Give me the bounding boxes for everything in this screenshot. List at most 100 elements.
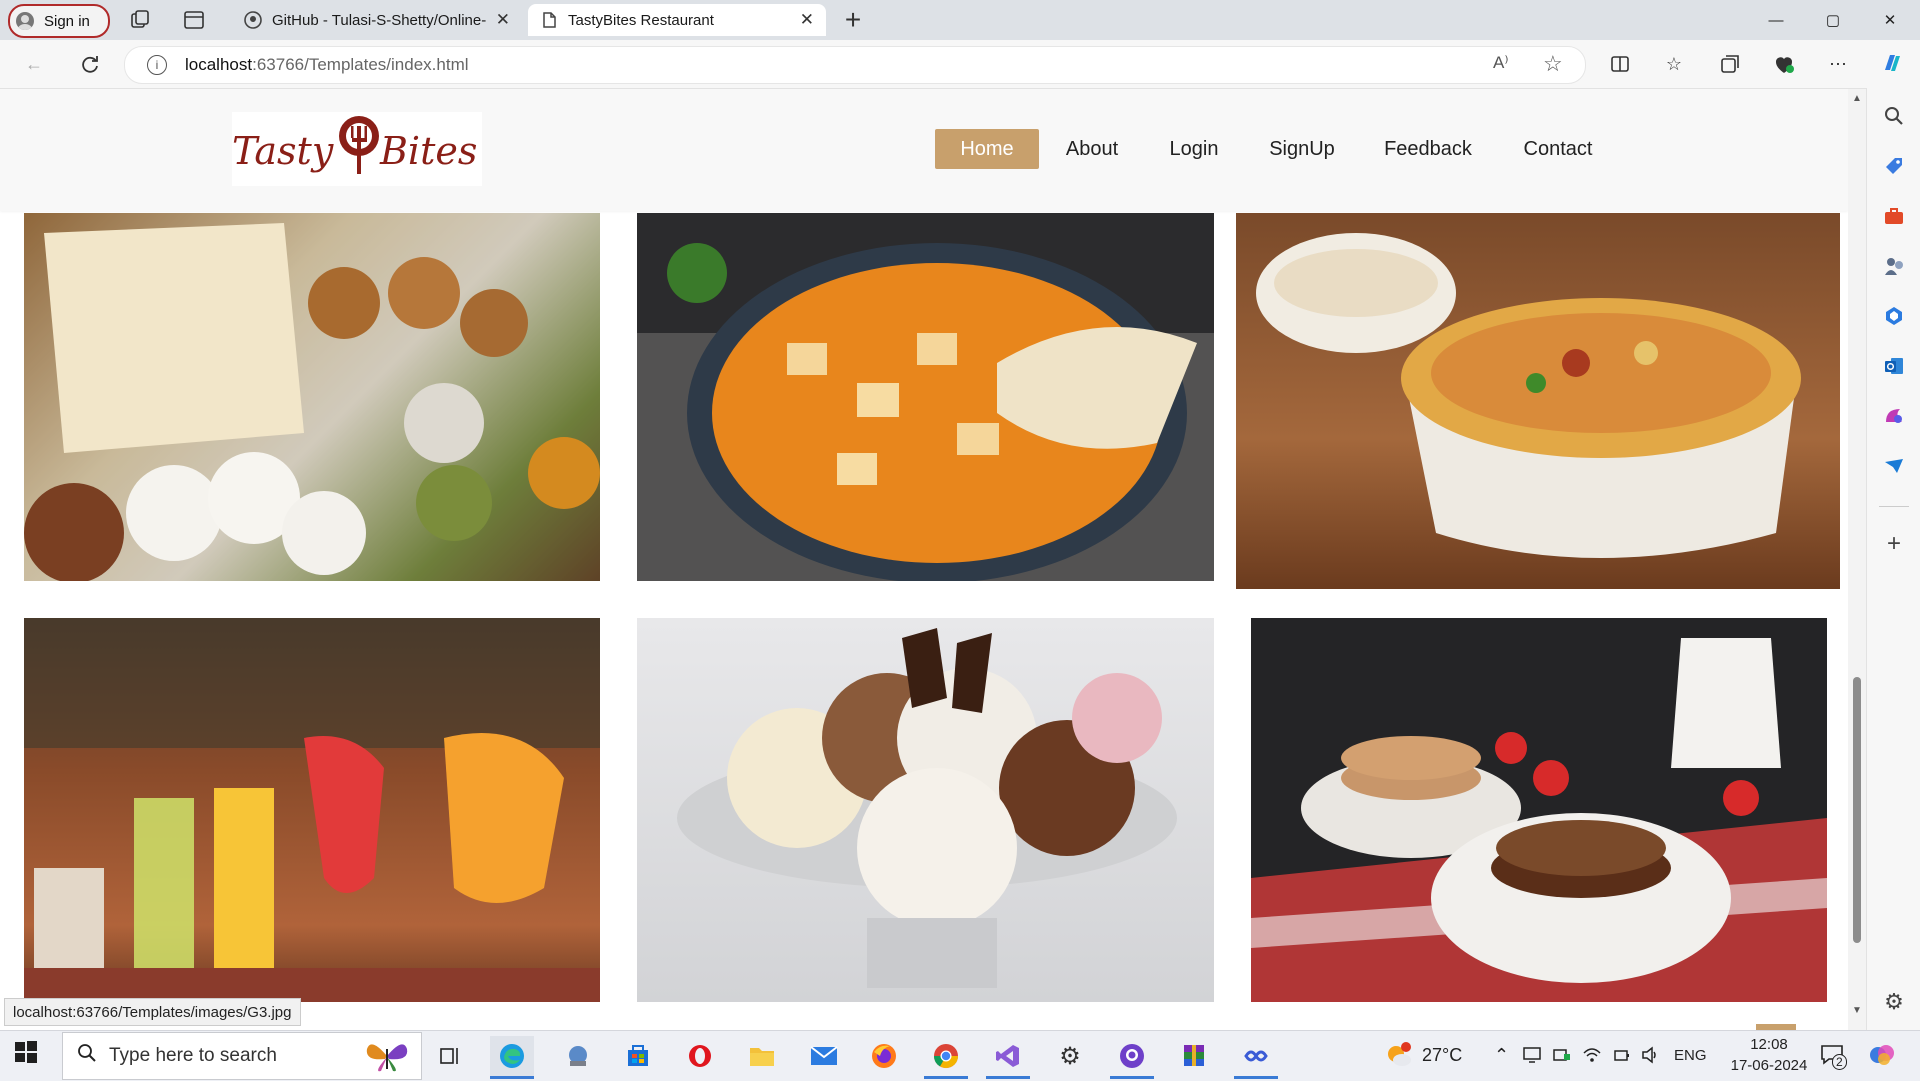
butterfly-icon	[363, 1037, 411, 1081]
scroll-down-arrow[interactable]: ▼	[1852, 1005, 1862, 1016]
opera-app-icon[interactable]	[678, 1036, 722, 1076]
notification-count: 2	[1832, 1054, 1847, 1070]
volume-icon[interactable]	[1640, 1040, 1660, 1070]
collections-icon[interactable]	[1716, 50, 1744, 78]
tools-icon[interactable]	[1880, 202, 1908, 230]
profile-button[interactable]: Sign in	[8, 4, 110, 38]
games-icon[interactable]	[1880, 252, 1908, 280]
drop-icon[interactable]	[1880, 452, 1908, 480]
edge-sidebar: + ⚙	[1866, 88, 1920, 1030]
mail-app-icon[interactable]	[802, 1036, 846, 1076]
tab-title: TastyBites Restaurant	[568, 11, 714, 29]
browser-essentials-icon[interactable]	[1770, 50, 1798, 78]
page-icon	[540, 11, 558, 29]
copilot-icon[interactable]	[1878, 49, 1906, 77]
clock-time: 12:08	[1750, 1036, 1788, 1053]
notifications-icon[interactable]: 2	[1820, 1040, 1847, 1070]
add-icon[interactable]: +	[1880, 530, 1908, 558]
search-placeholder: Type here to search	[109, 1045, 277, 1066]
battery-icon[interactable]	[1612, 1040, 1632, 1070]
wifi-icon[interactable]	[1582, 1040, 1602, 1070]
winrar-app-icon[interactable]	[1172, 1036, 1216, 1076]
gallery-image-biryani[interactable]	[1236, 213, 1840, 589]
sidebar-divider	[1879, 506, 1909, 507]
address-bar[interactable]: i localhost:63766/Templates/index.html A…	[124, 46, 1586, 84]
site-info-icon[interactable]: i	[147, 55, 167, 75]
clock-date: 17-06-2024	[1730, 1057, 1808, 1074]
network-app-icon[interactable]	[556, 1036, 600, 1076]
settings-icon[interactable]: ⚙	[1880, 988, 1908, 1016]
site-logo[interactable]: Tasty Bites	[232, 112, 482, 186]
clock[interactable]: 12:08 17-06-2024	[1730, 1034, 1808, 1078]
favorite-star-icon[interactable]: ☆	[1543, 51, 1563, 77]
status-bar-url: localhost:63766/Templates/images/G3.jpg	[4, 998, 301, 1026]
store-app-icon[interactable]	[616, 1036, 660, 1076]
page-viewport: Tasty Bites Home About Login SignUp Feed…	[0, 89, 1848, 1030]
tab-title: GitHub - Tulasi-S-Shetty/Online-	[272, 11, 487, 29]
gallery-image-ice-cream[interactable]	[637, 618, 1214, 1002]
vscode-remote-icon[interactable]	[1234, 1036, 1278, 1079]
gallery-image-pancakes[interactable]	[1251, 618, 1827, 1002]
maximize-button[interactable]: ▢	[1805, 0, 1861, 40]
search-icon	[77, 1043, 97, 1069]
more-menu-icon[interactable]: ⋯	[1824, 50, 1852, 78]
gallery-image-mocktails[interactable]	[24, 618, 600, 1002]
gallery-image-breakfast[interactable]	[24, 213, 600, 581]
tray-icon-device[interactable]	[1552, 1040, 1572, 1070]
shopping-tag-icon[interactable]	[1880, 152, 1908, 180]
scroll-up-arrow[interactable]: ▲	[1852, 93, 1862, 104]
tab-close-icon[interactable]: ✕	[496, 10, 510, 30]
visual-studio-icon[interactable]	[986, 1036, 1030, 1079]
url-host: localhost	[185, 55, 253, 74]
nav-home[interactable]: Home	[935, 129, 1039, 169]
scroll-thumb[interactable]	[1853, 677, 1861, 943]
tab-strip: Sign in GitHub - Tulasi-S-Shetty/Online-…	[0, 0, 1920, 40]
page-scrollbar[interactable]: ▲ ▼	[1848, 89, 1866, 1030]
github-desktop-icon[interactable]	[1110, 1036, 1154, 1079]
file-explorer-icon[interactable]	[740, 1036, 784, 1076]
github-icon	[244, 11, 262, 29]
favorites-icon[interactable]: ☆	[1660, 50, 1688, 78]
show-hidden-icons[interactable]: ⌃	[1494, 1040, 1509, 1070]
workspaces-icon[interactable]	[128, 8, 152, 32]
close-window-button[interactable]: ✕	[1862, 0, 1918, 40]
designer-icon[interactable]	[1880, 402, 1908, 430]
site-header: Tasty Bites Home About Login SignUp Feed…	[0, 89, 1848, 211]
microsoft-365-icon[interactable]	[1880, 302, 1908, 330]
minimize-button[interactable]: —	[1748, 0, 1804, 40]
search-icon[interactable]	[1880, 102, 1908, 130]
outlook-icon[interactable]	[1880, 352, 1908, 380]
nav-login[interactable]: Login	[1152, 129, 1236, 169]
vertical-tabs-icon[interactable]	[182, 8, 206, 32]
gallery-image-paneer-curry[interactable]	[637, 213, 1214, 581]
nav-about[interactable]: About	[1050, 129, 1134, 169]
avatar-icon	[16, 12, 34, 30]
language-indicator[interactable]: ENG	[1674, 1040, 1707, 1070]
new-tab-button[interactable]: +	[842, 4, 864, 36]
tab-close-icon[interactable]: ✕	[800, 10, 814, 30]
tab-github[interactable]: GitHub - Tulasi-S-Shetty/Online- ✕	[232, 4, 522, 36]
read-aloud-icon[interactable]: A⁾	[1493, 53, 1509, 73]
edge-app-icon[interactable]	[490, 1036, 534, 1079]
svg-text:Tasty: Tasty	[232, 129, 334, 173]
copilot-taskbar-icon[interactable]	[1868, 1040, 1896, 1070]
refresh-icon[interactable]	[76, 50, 104, 78]
task-view-icon[interactable]	[428, 1036, 472, 1076]
weather-temp: 27°C	[1422, 1044, 1463, 1065]
url-path: :63766/Templates/index.html	[252, 55, 469, 74]
tab-tastybites[interactable]: TastyBites Restaurant ✕	[528, 4, 826, 36]
taskbar-search[interactable]: Type here to search	[62, 1032, 422, 1080]
svg-text:Bites: Bites	[379, 129, 477, 173]
firefox-app-icon[interactable]	[862, 1036, 906, 1076]
nav-feedback[interactable]: Feedback	[1374, 129, 1482, 169]
split-screen-icon[interactable]	[1606, 50, 1634, 78]
profile-label: Sign in	[44, 12, 90, 30]
tray-icon-display[interactable]	[1522, 1040, 1542, 1070]
settings-app-icon[interactable]: ⚙	[1048, 1036, 1092, 1076]
weather-widget[interactable]: 27°C	[1384, 1040, 1462, 1070]
nav-contact[interactable]: Contact	[1508, 129, 1608, 169]
chrome-app-icon[interactable]	[924, 1036, 968, 1079]
nav-signup[interactable]: SignUp	[1256, 129, 1348, 169]
start-button[interactable]	[14, 1040, 46, 1072]
back-icon[interactable]: ←	[20, 50, 48, 78]
